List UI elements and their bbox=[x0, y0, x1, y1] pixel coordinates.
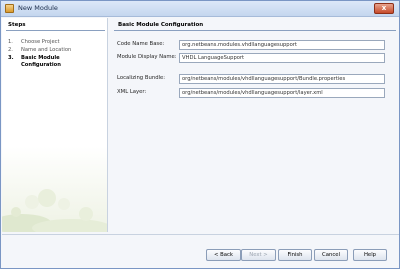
code-name-base-label: Code Name Base: bbox=[117, 41, 165, 47]
title-bar[interactable]: New Module x bbox=[1, 1, 399, 17]
finish-button[interactable]: Finish bbox=[278, 249, 312, 261]
step-basic-module-configuration: 3. Basic Module bbox=[8, 55, 60, 61]
module-display-name-field[interactable]: VHDL LanguageSupport bbox=[179, 53, 385, 63]
step-choose-project: 1. Choose Project bbox=[8, 39, 60, 45]
step-label: Basic Module bbox=[21, 55, 60, 61]
step-label: Choose Project bbox=[21, 39, 60, 45]
help-button[interactable]: Help bbox=[353, 249, 387, 261]
steps-divider bbox=[6, 30, 105, 31]
step-name-location: 2. Name and Location bbox=[8, 47, 71, 53]
xml-layer-field[interactable]: org/netbeans/modules/vhdllanguagesupport… bbox=[179, 88, 385, 98]
configuration-panel: Basic Module Configuration Code Name Bas… bbox=[114, 18, 396, 232]
step-label-line2: Configuration bbox=[21, 62, 61, 68]
window-title: New Module bbox=[18, 4, 58, 12]
decorative-watermark-image bbox=[2, 189, 107, 232]
steps-heading: Steps bbox=[8, 22, 26, 28]
xml-layer-label: XML Layer: bbox=[117, 89, 147, 95]
step-number: 3. bbox=[8, 55, 14, 61]
cancel-button[interactable]: Cancel bbox=[314, 249, 348, 261]
new-module-dialog: New Module x Steps 1. Choose Project 2. Na… bbox=[0, 0, 400, 269]
step-number: 1. bbox=[8, 39, 13, 45]
code-name-base-field[interactable]: org.netbeans.modules.vhdllanguagesupport bbox=[179, 40, 385, 50]
app-icon bbox=[5, 4, 14, 13]
step-number: 2. bbox=[8, 47, 13, 53]
close-icon[interactable]: x bbox=[374, 3, 394, 14]
panel-title: Basic Module Configuration bbox=[118, 22, 204, 28]
panel-divider bbox=[114, 30, 396, 31]
module-display-name-label: Module Display Name: bbox=[117, 54, 177, 60]
steps-panel: Steps 1. Choose Project 2. Name and Locati… bbox=[2, 18, 108, 232]
step-label: Name and Location bbox=[21, 47, 72, 53]
localizing-bundle-label: Localizing Bundle: bbox=[117, 75, 166, 81]
footer-divider bbox=[2, 234, 399, 235]
next-button[interactable]: Next > bbox=[241, 249, 276, 261]
localizing-bundle-field[interactable]: org/netbeans/modules/vhdllanguagesupport… bbox=[179, 74, 385, 84]
back-button[interactable]: < Back bbox=[206, 249, 241, 261]
